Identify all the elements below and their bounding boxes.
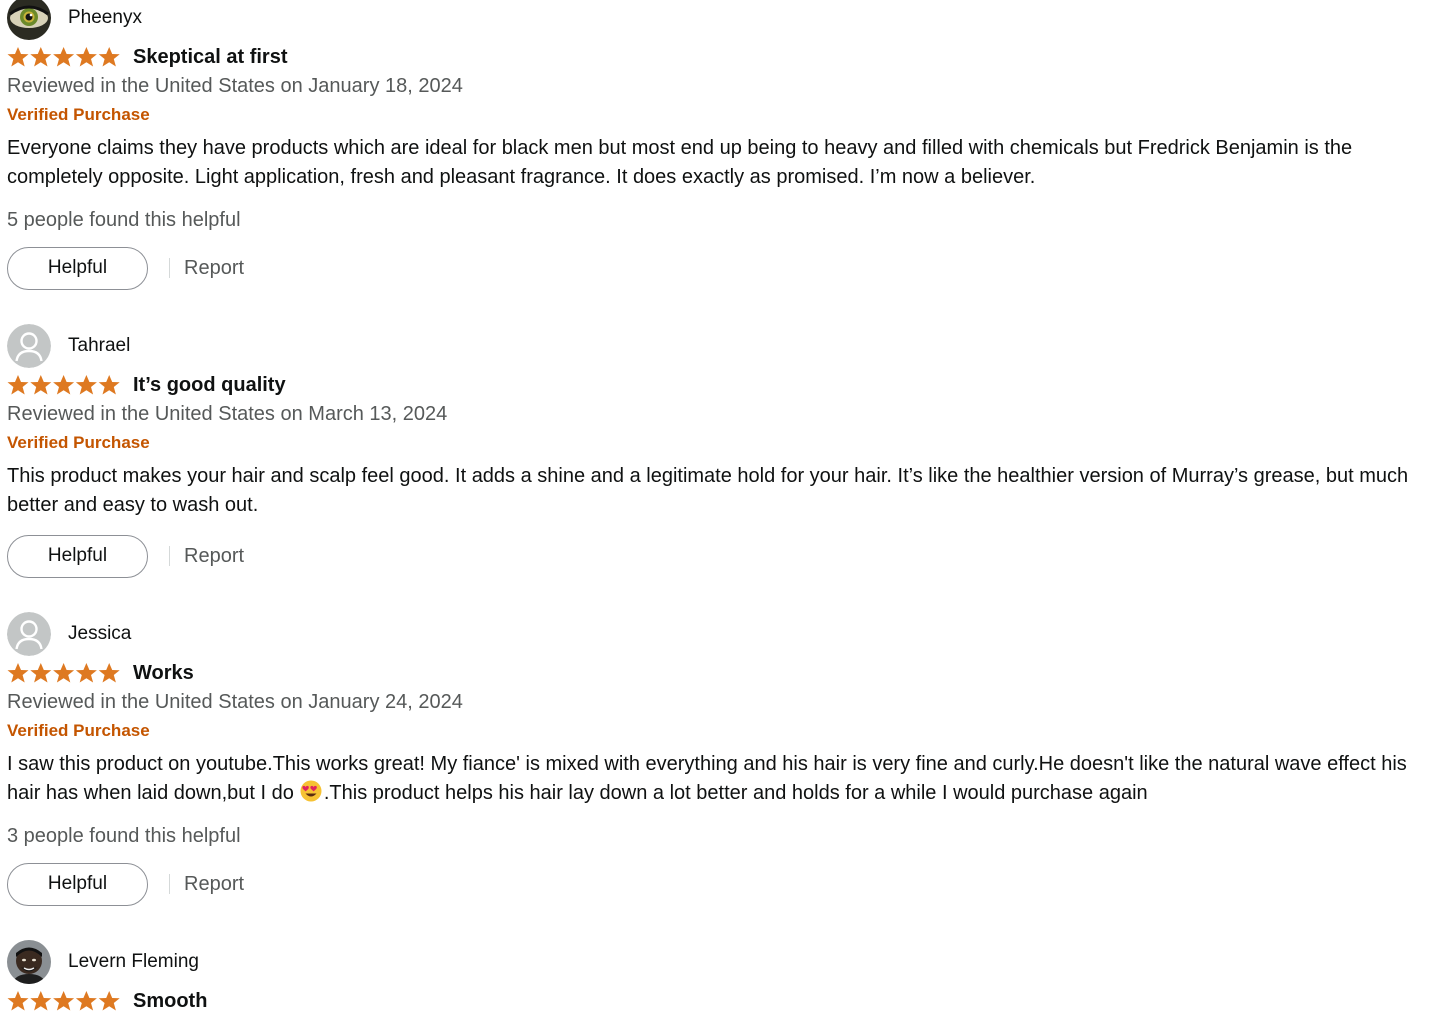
rating-title-row[interactable]: Smooth bbox=[7, 988, 207, 1014]
default-user-avatar-icon bbox=[7, 612, 51, 656]
review-actions: Helpful Report bbox=[7, 246, 244, 290]
reviewer-name: Pheenyx bbox=[68, 7, 142, 28]
verified-purchase-badge: Verified Purchase bbox=[7, 433, 150, 452]
divider bbox=[169, 874, 170, 894]
default-user-avatar-icon bbox=[7, 324, 51, 368]
heart-eyes-emoji-icon bbox=[300, 780, 322, 801]
review-title[interactable]: Works bbox=[133, 662, 194, 685]
reviewer-profile[interactable]: Tahrael bbox=[7, 324, 130, 368]
review-title[interactable]: Smooth bbox=[133, 990, 207, 1013]
review-card: Tahrael It’s good quality Reviewed in th… bbox=[7, 324, 1439, 584]
five-stars-icon bbox=[7, 663, 120, 683]
reviewer-name: Levern Fleming bbox=[68, 951, 199, 972]
helpful-button[interactable]: Helpful bbox=[7, 534, 148, 578]
rating-title-row[interactable]: Skeptical at first bbox=[7, 44, 288, 70]
verified-purchase-badge: Verified Purchase bbox=[7, 105, 150, 124]
review-title[interactable]: It’s good quality bbox=[133, 374, 286, 397]
review-body: I saw this product on youtube.This works… bbox=[7, 750, 1439, 807]
helpful-count: 3 people found this helpful bbox=[7, 825, 241, 847]
star-rating[interactable] bbox=[7, 662, 120, 684]
review-card: Jessica Works Reviewed in the United Sta… bbox=[7, 612, 1439, 912]
review-actions: Helpful Report bbox=[7, 534, 244, 578]
star-rating[interactable] bbox=[7, 46, 120, 68]
helpful-button[interactable]: Helpful bbox=[7, 246, 148, 290]
review-date: Reviewed in the United States on January… bbox=[7, 691, 463, 713]
star-rating[interactable] bbox=[7, 374, 120, 396]
review-card: Pheenyx Skeptical at first Reviewed in t… bbox=[7, 0, 1439, 296]
review-card: Levern Fleming Smooth bbox=[7, 940, 1439, 1032]
man-photo-avatar-icon bbox=[7, 940, 51, 984]
reviewer-name: Jessica bbox=[68, 623, 132, 644]
divider bbox=[169, 258, 170, 278]
review-date: Reviewed in the United States on March 1… bbox=[7, 403, 448, 425]
verified-purchase-badge: Verified Purchase bbox=[7, 721, 150, 740]
rating-title-row[interactable]: Works bbox=[7, 660, 194, 686]
rating-title-row[interactable]: It’s good quality bbox=[7, 372, 286, 398]
star-rating[interactable] bbox=[7, 990, 120, 1012]
reviewer-name: Tahrael bbox=[68, 335, 131, 356]
reviewer-profile[interactable]: Pheenyx bbox=[7, 0, 142, 40]
report-link[interactable]: Report bbox=[184, 545, 244, 568]
review-body: Everyone claims they have products which… bbox=[7, 137, 1353, 188]
five-stars-icon bbox=[7, 375, 120, 395]
report-link[interactable]: Report bbox=[184, 257, 244, 280]
review-body-text: .This product helps his hair lay down a … bbox=[323, 781, 1148, 804]
report-link[interactable]: Report bbox=[184, 873, 244, 896]
review-body: This product makes your hair and scalp f… bbox=[7, 465, 1409, 516]
eye-avatar-icon bbox=[7, 0, 51, 40]
five-stars-icon bbox=[7, 47, 120, 67]
helpful-count: 5 people found this helpful bbox=[7, 209, 241, 231]
review-actions: Helpful Report bbox=[7, 862, 244, 906]
divider bbox=[169, 546, 170, 566]
five-stars-icon bbox=[7, 991, 120, 1011]
helpful-button[interactable]: Helpful bbox=[7, 862, 148, 906]
reviewer-profile[interactable]: Levern Fleming bbox=[7, 940, 199, 984]
review-date: Reviewed in the United States on January… bbox=[7, 75, 463, 97]
review-title[interactable]: Skeptical at first bbox=[133, 46, 288, 69]
reviewer-profile[interactable]: Jessica bbox=[7, 612, 131, 656]
